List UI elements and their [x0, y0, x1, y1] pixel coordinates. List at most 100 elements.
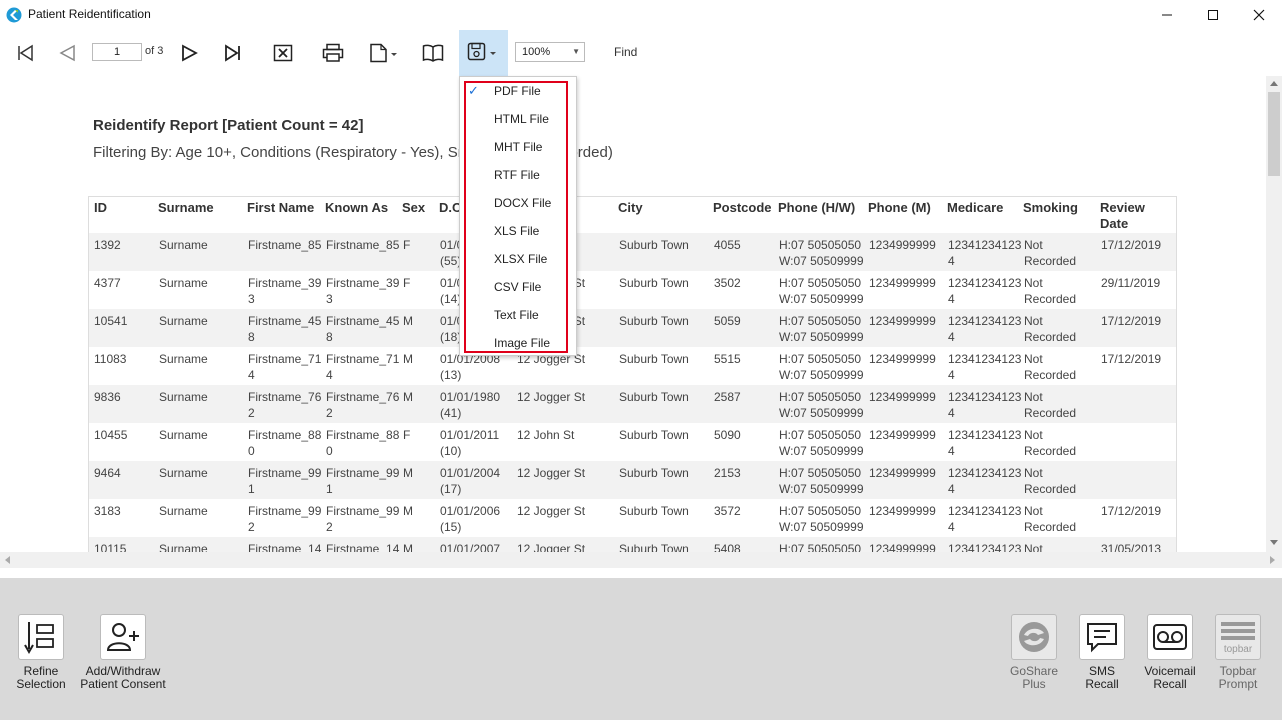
- table-cell: Firstname_76 2: [248, 390, 322, 420]
- scroll-up-icon[interactable]: [1270, 80, 1278, 86]
- page-number-input[interactable]: 1: [92, 43, 142, 61]
- export-menu-item[interactable]: RTF File: [494, 168, 540, 182]
- export-menu-item[interactable]: PDF File: [494, 84, 541, 98]
- table-cell: 10541: [94, 314, 128, 328]
- table-cell: M: [403, 542, 413, 552]
- table-cell: Surname: [159, 314, 208, 328]
- column-header: Medicare: [947, 200, 1004, 215]
- table-cell: 01/01/1980 (41): [440, 390, 501, 420]
- first-page-button[interactable]: [10, 36, 40, 70]
- table-cell: Surname: [159, 428, 208, 442]
- table-cell: 3502: [714, 276, 741, 290]
- export-menu-item[interactable]: Image File: [494, 336, 550, 350]
- table-cell: 17/12/2019: [1101, 352, 1162, 366]
- column-header: Review Date: [1100, 200, 1145, 231]
- find-button[interactable]: Find: [614, 45, 637, 59]
- table-cell: Surname: [159, 276, 208, 290]
- close-window-button[interactable]: [1236, 0, 1282, 30]
- table-row: 11083 Surname Firstname_71 4 Firstname_71 4…: [89, 347, 1176, 385]
- table-cell: M: [403, 466, 413, 480]
- table-cell: 1234999999: [869, 238, 936, 252]
- table-cell: 1392: [94, 238, 121, 252]
- table-row: 4377 Surname Firstname_39 3 Firstname_39 3F…: [89, 271, 1176, 309]
- export-menu-item[interactable]: XLSX File: [494, 252, 547, 266]
- table-cell: Firstname_99 1: [248, 466, 322, 496]
- refine-selection-button[interactable]: [18, 614, 64, 660]
- table-cell: 01/01/2011 (10): [440, 428, 500, 458]
- table-cell: 4055: [714, 238, 741, 252]
- scroll-down-icon[interactable]: [1270, 540, 1278, 546]
- table-cell: 12341234123 4: [948, 238, 1022, 268]
- table-cell: Not Recorded: [1024, 428, 1077, 458]
- table-cell: Suburb Town: [619, 428, 689, 442]
- table-cell: 12341234123: [948, 542, 1022, 552]
- voicemail-label-line1: Voicemail: [1144, 664, 1196, 678]
- table-cell: H:07 50505050 W:07 50509999: [779, 390, 864, 420]
- report-viewer[interactable]: Reidentify Report [Patient Count = 42] F…: [0, 76, 1266, 552]
- printer-icon: [322, 43, 344, 62]
- table-cell: 12341234123 4: [948, 466, 1022, 496]
- table-cell: 5090: [714, 428, 741, 442]
- next-page-button[interactable]: [174, 36, 204, 70]
- close-report-button[interactable]: [268, 36, 298, 70]
- table-cell: Firstname_71 4: [248, 352, 322, 382]
- voicemail-recall-button[interactable]: [1147, 614, 1193, 660]
- topbar-prompt-button[interactable]: topbar: [1215, 614, 1261, 660]
- table-cell: 01/01/2006 (15): [440, 504, 501, 534]
- table-cell: 1234999999: [869, 314, 936, 328]
- voicemail-label: Voicemail Recall: [1140, 665, 1200, 691]
- horizontal-scrollbar[interactable]: [0, 552, 1282, 568]
- export-menu-item[interactable]: XLS File: [494, 224, 539, 238]
- table-cell: Firstname_45 8: [248, 314, 322, 344]
- table-cell: 01/01/2004 (17): [440, 466, 501, 496]
- scroll-left-icon[interactable]: [4, 556, 10, 564]
- topbar-logo-text: topbar: [1224, 644, 1253, 655]
- vertical-scrollbar[interactable]: [1266, 76, 1282, 552]
- table-cell: H:07 50505050: [779, 542, 862, 552]
- table-cell: 12341234123 4: [948, 390, 1022, 420]
- table-cell: 1234999999: [869, 504, 936, 518]
- add-user-icon: [106, 623, 139, 651]
- table-cell: Firstname_88 0: [248, 428, 322, 458]
- sms-recall-label: SMS Recall: [1072, 665, 1132, 691]
- table-cell: Not Recorded: [1024, 504, 1077, 534]
- last-page-button[interactable]: [218, 36, 248, 70]
- zoom-select[interactable]: 100% ▼: [515, 42, 585, 62]
- voicemail-icon: [1153, 624, 1187, 650]
- export-menu-item[interactable]: CSV File: [494, 280, 541, 294]
- sms-icon: [1087, 623, 1117, 653]
- table-cell: 5059: [714, 314, 741, 328]
- close-box-icon: [273, 44, 293, 62]
- table-cell: 31/05/2013: [1101, 542, 1162, 552]
- minimize-button[interactable]: [1144, 0, 1190, 30]
- print-button[interactable]: [318, 36, 348, 70]
- viewer-spacer: [0, 568, 1282, 578]
- table-cell: 17/12/2019: [1101, 314, 1162, 328]
- add-withdraw-consent-button[interactable]: [100, 614, 146, 660]
- export-menu-item[interactable]: MHT File: [494, 140, 542, 154]
- goshare-plus-button[interactable]: [1011, 614, 1057, 660]
- export-menu-item[interactable]: Text File: [494, 308, 539, 322]
- column-header: City: [618, 200, 643, 215]
- goshare-icon: [1019, 622, 1049, 652]
- table-cell: 1234999999: [869, 466, 936, 480]
- previous-page-button[interactable]: [52, 36, 82, 70]
- table-cell: Firstname_45 8: [326, 314, 400, 344]
- book-view-button[interactable]: [418, 36, 448, 70]
- maximize-button[interactable]: [1190, 0, 1236, 30]
- table-cell: 12 Jogger St: [517, 542, 586, 552]
- column-header: Phone (H/W): [778, 200, 856, 215]
- scroll-thumb[interactable]: [1268, 92, 1280, 176]
- page-setup-button[interactable]: [364, 36, 404, 70]
- table-cell: 12341234123 4: [948, 352, 1022, 382]
- open-book-icon: [422, 44, 444, 62]
- export-menu-item[interactable]: DOCX File: [494, 196, 551, 210]
- sms-recall-button[interactable]: [1079, 614, 1125, 660]
- table-cell: Surname: [159, 504, 208, 518]
- scroll-right-icon[interactable]: [1270, 556, 1276, 564]
- table-cell: Firstname_99 2: [326, 504, 400, 534]
- export-format-menu: PDF File ✓ HTML File MHT File RTF File DOCX F…: [459, 76, 577, 356]
- export-button[interactable]: [459, 30, 508, 76]
- export-menu-item[interactable]: HTML File: [494, 112, 549, 126]
- column-header: Postcode: [713, 200, 772, 215]
